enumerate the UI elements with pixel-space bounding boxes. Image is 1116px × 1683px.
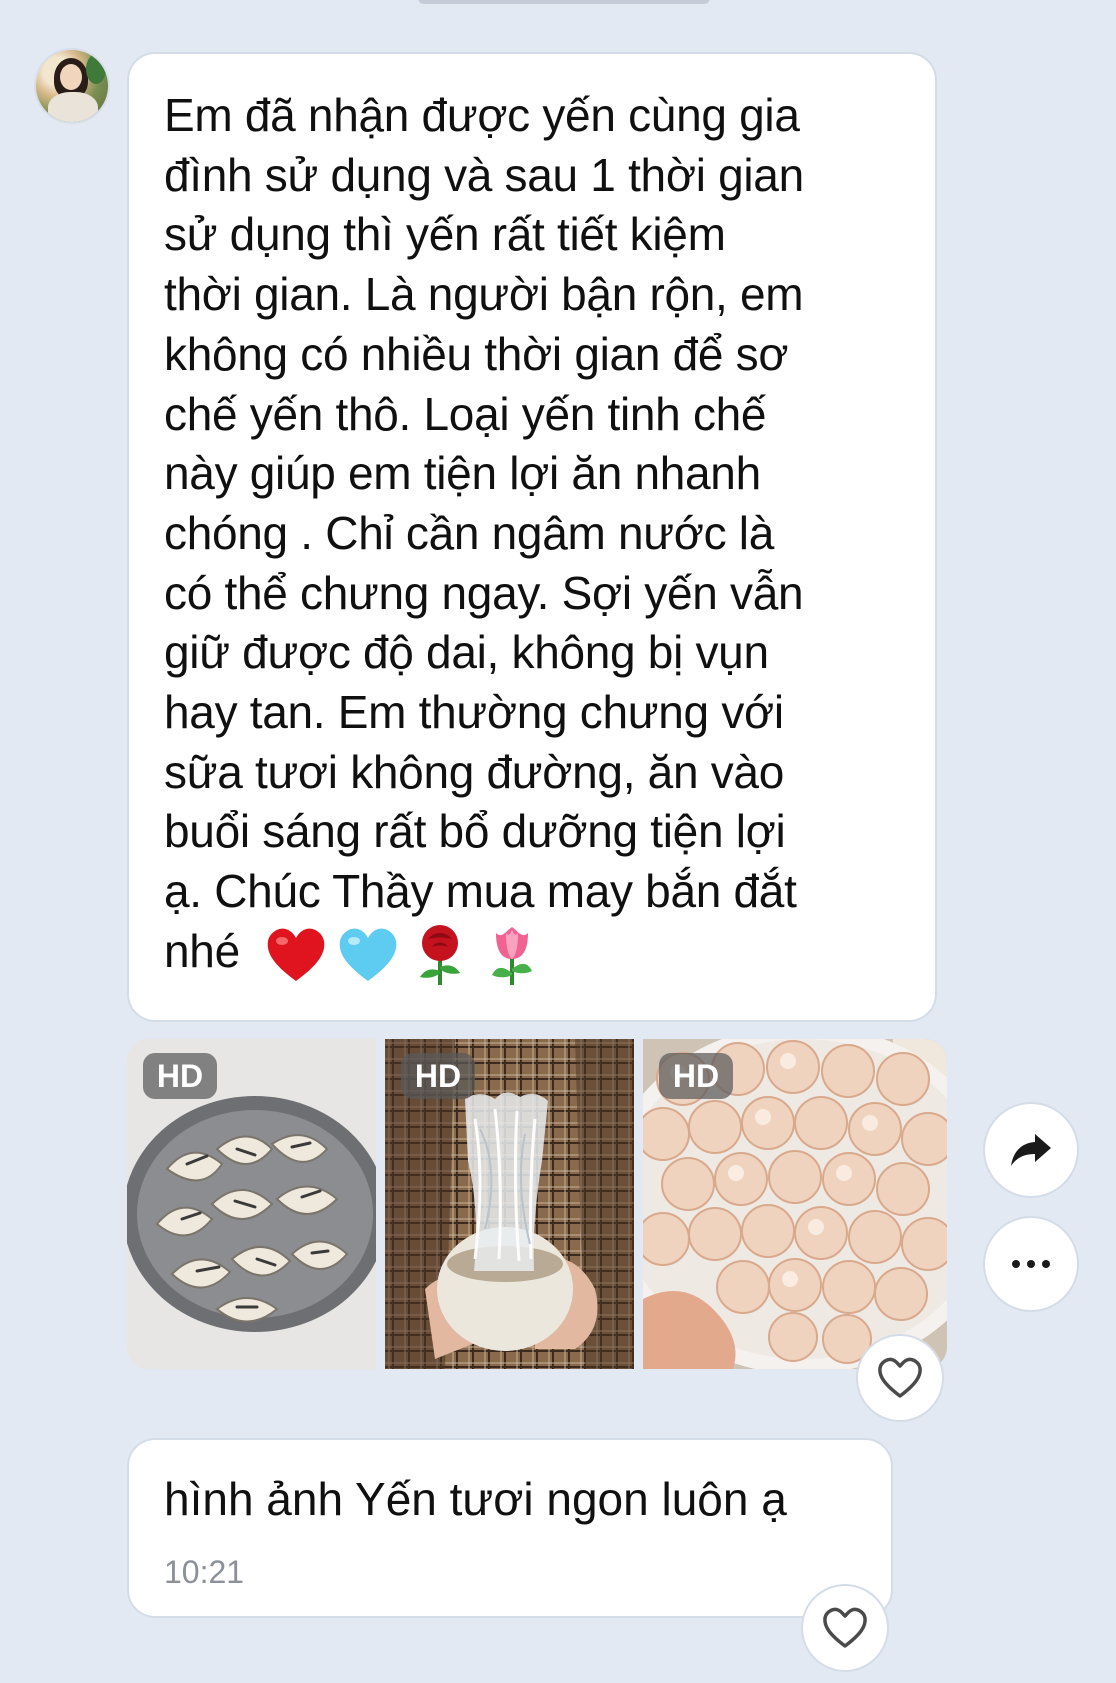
hd-badge: HD — [401, 1053, 475, 1099]
photo-steamed-nest[interactable]: HD — [385, 1039, 634, 1369]
heart-outline-icon — [878, 1357, 922, 1398]
rose-icon — [420, 925, 460, 985]
top-handle — [418, 0, 710, 4]
sender-avatar[interactable] — [36, 50, 108, 122]
message-bubble-followup[interactable]: hình ảnh Yến tươi ngon luôn ạ 10:21 — [129, 1440, 891, 1616]
emoji-row — [264, 923, 544, 987]
message-text: hình ảnh Yến tươi ngon luôn ạ — [164, 1473, 787, 1525]
share-arrow-icon — [1011, 1134, 1051, 1166]
message-bubble-review[interactable]: Em đã nhận được yến cùng gia đình sử dụn… — [129, 54, 935, 1020]
photo-refined-nests[interactable]: HD — [643, 1039, 947, 1369]
message-timestamp: 10:21 — [164, 1554, 245, 1590]
hd-badge: HD — [143, 1053, 217, 1099]
red-heart-icon — [267, 928, 325, 981]
more-options-button[interactable] — [985, 1218, 1077, 1310]
react-heart-button-message[interactable] — [803, 1586, 887, 1670]
react-heart-button-photos[interactable] — [858, 1336, 942, 1420]
hd-badge: HD — [659, 1053, 733, 1099]
heart-outline-icon — [823, 1607, 867, 1648]
more-dots-icon — [1012, 1260, 1050, 1268]
light-blue-heart-icon — [339, 928, 397, 981]
tulip-icon — [492, 927, 532, 985]
message-text: Em đã nhận được yến cùng gia đình sử dụn… — [164, 89, 804, 977]
share-button[interactable] — [985, 1104, 1077, 1196]
photo-raw-nests[interactable]: HD — [127, 1039, 376, 1369]
